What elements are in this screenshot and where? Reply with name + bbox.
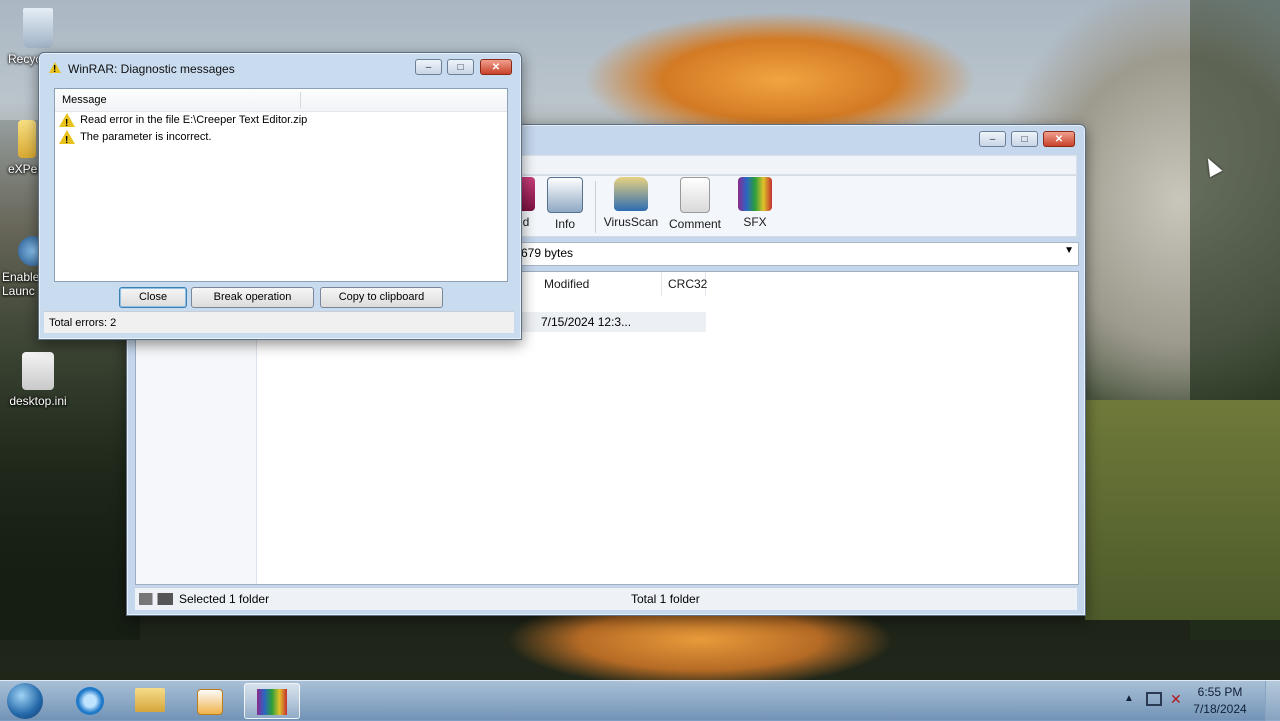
toolbar-label: VirusScan (603, 215, 659, 229)
taskbar-explorer[interactable] (122, 683, 178, 719)
settings-file-icon (22, 352, 54, 390)
clock-date[interactable]: 7/18/2024 (1184, 702, 1256, 716)
media-player-icon (197, 689, 223, 715)
taskbar-internet-explorer[interactable] (62, 683, 118, 719)
minimize-button[interactable]: – (415, 59, 442, 75)
close-window-button[interactable]: ✕ (480, 59, 512, 75)
maximize-button[interactable]: □ (447, 59, 474, 75)
toolbar-label: Comment (668, 217, 721, 231)
close-button[interactable]: ✕ (1043, 131, 1075, 147)
sfx-icon (738, 177, 772, 211)
toolbar-info-button[interactable]: Info (533, 177, 597, 231)
column-modified[interactable]: Modified (538, 272, 662, 296)
start-orb-icon[interactable] (7, 683, 43, 719)
status-selected-text: Selected 1 folder (179, 592, 270, 606)
warning-icon (49, 62, 61, 75)
diagnostic-dialog[interactable]: WinRAR: Diagnostic messages – □ ✕ Messag… (38, 52, 522, 340)
toolbar-sfx-button[interactable]: SFX (723, 177, 787, 229)
list-item[interactable]: The parameter is incorrect. (55, 129, 507, 149)
network-icon[interactable] (1146, 692, 1162, 706)
drive-key-icon (139, 593, 173, 605)
taskbar-winrar[interactable] (244, 683, 300, 719)
comment-icon (680, 177, 710, 213)
desktop-icon-label: desktop.ini (9, 394, 67, 408)
toolbar-virusscan-button[interactable]: VirusScan (599, 177, 663, 229)
maximize-button[interactable]: □ (1011, 131, 1038, 147)
show-hidden-icons-icon[interactable]: ▲ (1124, 693, 1134, 704)
list-item[interactable]: Read error in the file E:\Creeper Text E… (55, 112, 507, 132)
dialog-status-bar: Total errors: 2 (44, 311, 514, 333)
volume-muted-icon[interactable]: ✕ (1170, 691, 1182, 708)
wallpaper-meadow (1085, 400, 1280, 620)
taskbar-media-player[interactable] (182, 683, 238, 719)
total-errors-text: Total errors: 2 (49, 317, 117, 329)
status-total-text: Total 1 folder (631, 592, 700, 606)
virus-scan-icon (614, 177, 648, 211)
taskbar: ▲ ✕ 6:55 PM 7/18/2024 (0, 680, 1280, 721)
folder-icon (18, 120, 36, 158)
column-divider[interactable] (300, 92, 301, 108)
toolbar-label: Info (554, 217, 575, 231)
message-list[interactable]: Message Read error in the file E:\Creepe… (54, 88, 508, 282)
chevron-down-icon[interactable]: ▼ (1064, 245, 1074, 256)
internet-explorer-icon (76, 687, 104, 715)
info-icon (547, 177, 583, 213)
column-header-label: Message (62, 94, 107, 106)
desktop-icon-desktop-ini[interactable]: desktop.ini (0, 352, 76, 408)
message-text: Read error in the file E:\Creeper Text E… (80, 114, 308, 126)
message-text: The parameter is incorrect. (80, 131, 212, 143)
row-modified-cell: 7/15/2024 12:3... (541, 315, 632, 329)
toolbar-separator (595, 181, 596, 233)
show-desktop-button[interactable] (1265, 681, 1280, 721)
column-message[interactable]: Message (55, 89, 507, 112)
status-bar: Selected 1 folder Total 1 folder (135, 587, 1077, 610)
clock-time[interactable]: 6:55 PM (1184, 685, 1256, 699)
close-button[interactable]: Close (119, 287, 187, 308)
minimize-button[interactable]: – (979, 131, 1006, 147)
warning-icon (59, 130, 75, 149)
toolbar-comment-button[interactable]: Comment (663, 177, 727, 231)
warning-icon (59, 113, 75, 132)
break-operation-button[interactable]: Break operation (191, 287, 314, 308)
copy-to-clipboard-button[interactable]: Copy to clipboard (320, 287, 443, 308)
column-crc32[interactable]: CRC32 (662, 272, 707, 296)
explorer-folder-icon (135, 688, 165, 712)
winrar-icon (257, 689, 287, 715)
recycle-bin-icon (23, 8, 53, 48)
dialog-title: WinRAR: Diagnostic messages (68, 62, 235, 76)
dialog-titlebar[interactable]: WinRAR: Diagnostic messages – □ ✕ (39, 53, 521, 83)
toolbar-label: SFX (743, 215, 767, 229)
archive-size-text: 679 bytes (521, 246, 574, 260)
